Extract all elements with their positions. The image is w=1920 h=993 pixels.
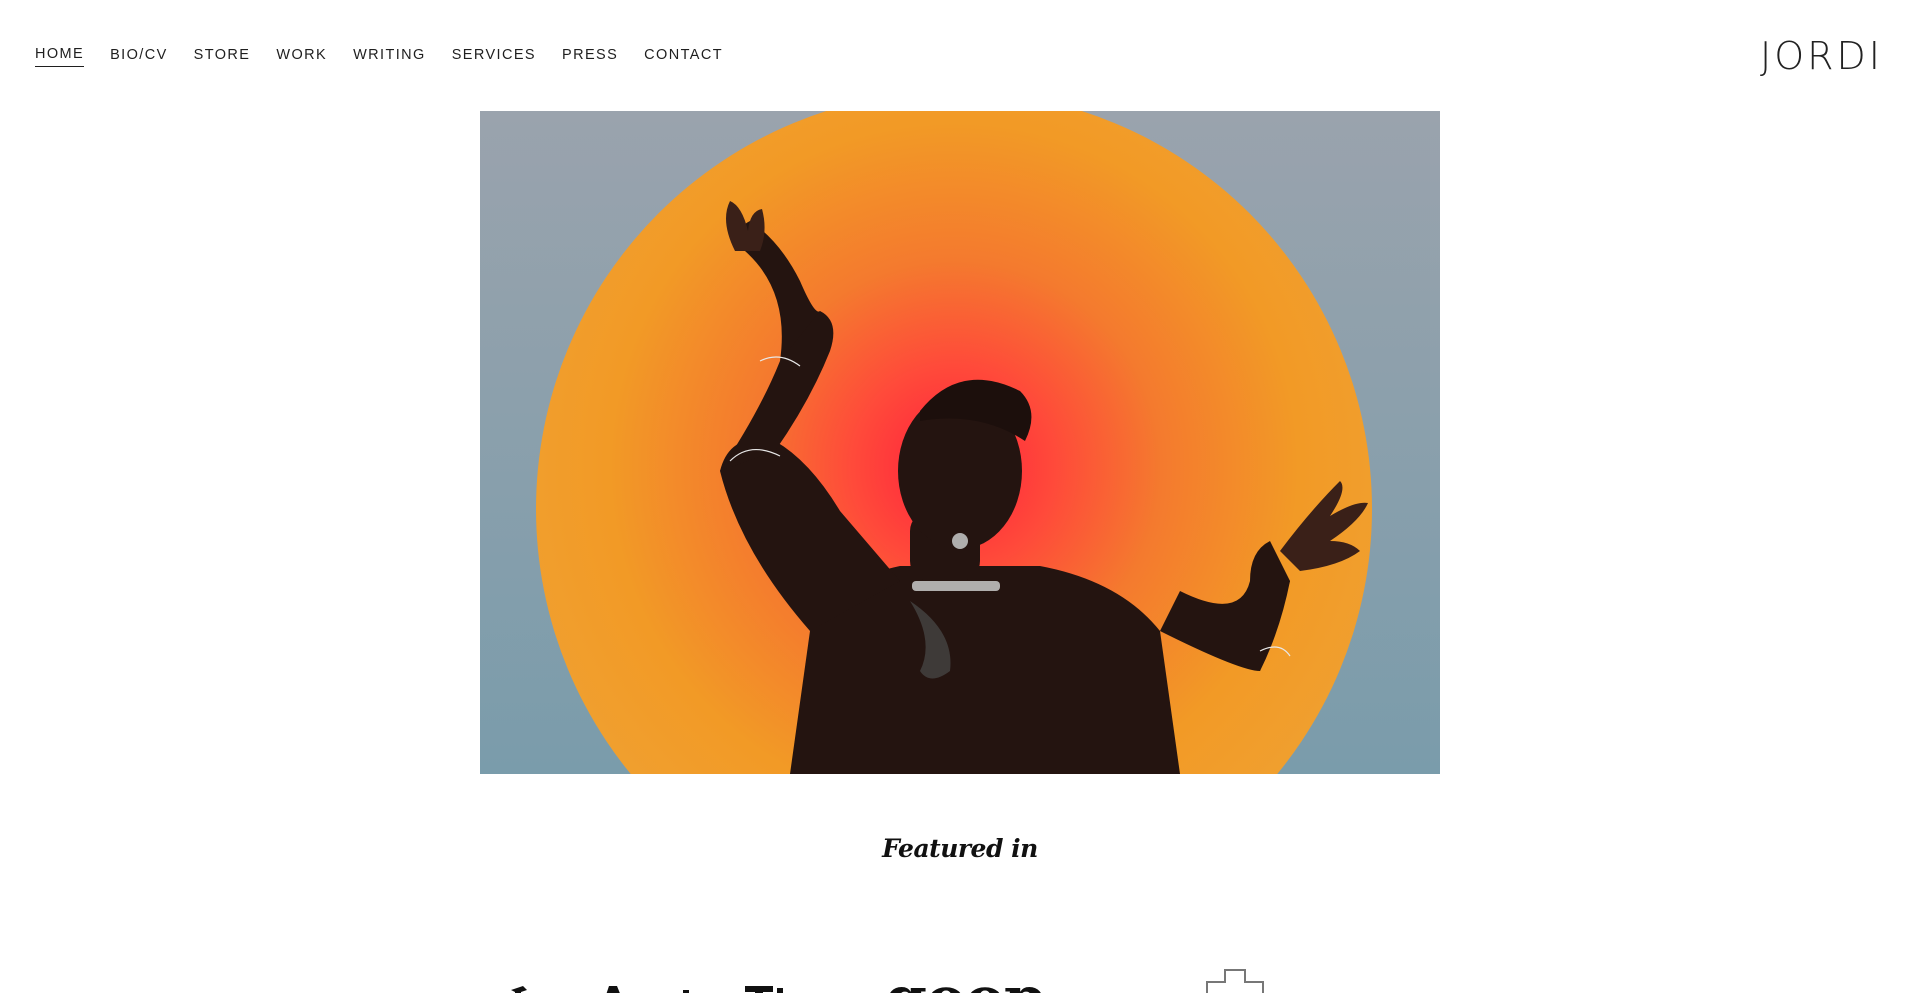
- nav-writing[interactable]: WRITING: [353, 47, 426, 67]
- press-logos: goop: [480, 960, 1440, 993]
- featured-in-heading: Featured in: [882, 834, 1038, 863]
- main-nav: HOME BIO/CV STORE WORK WRITING SERVICES …: [35, 46, 749, 67]
- site-header: HOME BIO/CV STORE WORK WRITING SERVICES …: [0, 0, 1920, 110]
- nav-contact[interactable]: CONTACT: [644, 47, 723, 67]
- nav-home[interactable]: HOME: [35, 46, 85, 67]
- los-angeles-times-logo[interactable]: [505, 978, 835, 993]
- page: HOME BIO/CV STORE WORK WRITING SERVICES …: [0, 0, 1920, 993]
- cross-logo[interactable]: [1205, 968, 1265, 993]
- hero-photo-illustration: [480, 111, 1440, 774]
- nav-press[interactable]: PRESS: [562, 47, 618, 67]
- nav-work[interactable]: WORK: [276, 47, 327, 67]
- los-angeles-times-wordmark: [511, 986, 783, 993]
- nav-services[interactable]: SERVICES: [452, 47, 536, 67]
- nav-store[interactable]: STORE: [194, 47, 251, 67]
- cross-icon: [1206, 969, 1264, 993]
- goop-logo[interactable]: goop: [885, 964, 1046, 993]
- hero-image: [480, 111, 1440, 774]
- nav-bio-cv[interactable]: BIO/CV: [110, 47, 168, 67]
- site-logo[interactable]: JORDI: [1760, 34, 1883, 78]
